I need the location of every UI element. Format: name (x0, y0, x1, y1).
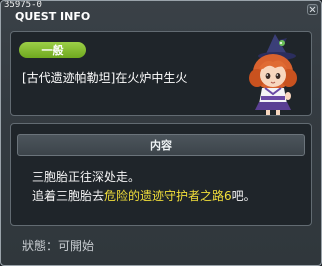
quest-name: [古代遗迹帕勒坦]在火炉中生火 (22, 71, 188, 85)
description-prefix: 追着三胞胎去 (32, 189, 105, 203)
npc-portrait (249, 34, 297, 115)
quest-location-link[interactable]: 危险的遗迹守护者之路6 (104, 189, 232, 203)
close-icon[interactable] (307, 4, 318, 15)
description-suffix: 吧。 (231, 189, 256, 203)
quest-summary-panel: 一般 [古代遗迹帕勒坦]在火炉中生火 (10, 31, 312, 116)
quest-status: 狀態：可開始 (22, 239, 95, 253)
category-badge: 一般 (19, 42, 86, 58)
quest-id: 35975-0 (4, 0, 42, 10)
description-line-2: 追着三胞胎去危险的遗迹守护者之路6吧。 (32, 187, 256, 204)
description-line-1: 三胞胎正往深处走。 (32, 170, 141, 184)
quest-info-window: 35975-0 QUEST INFO 一般 [古代遗迹帕勒坦]在火炉中生火 内容… (0, 0, 322, 266)
quest-content-panel: 内容 三胞胎正往深处走。 追着三胞胎去危险的遗迹守护者之路6吧。 (10, 123, 312, 226)
content-header: 内容 (17, 134, 305, 156)
window-title: QUEST INFO (15, 10, 91, 23)
